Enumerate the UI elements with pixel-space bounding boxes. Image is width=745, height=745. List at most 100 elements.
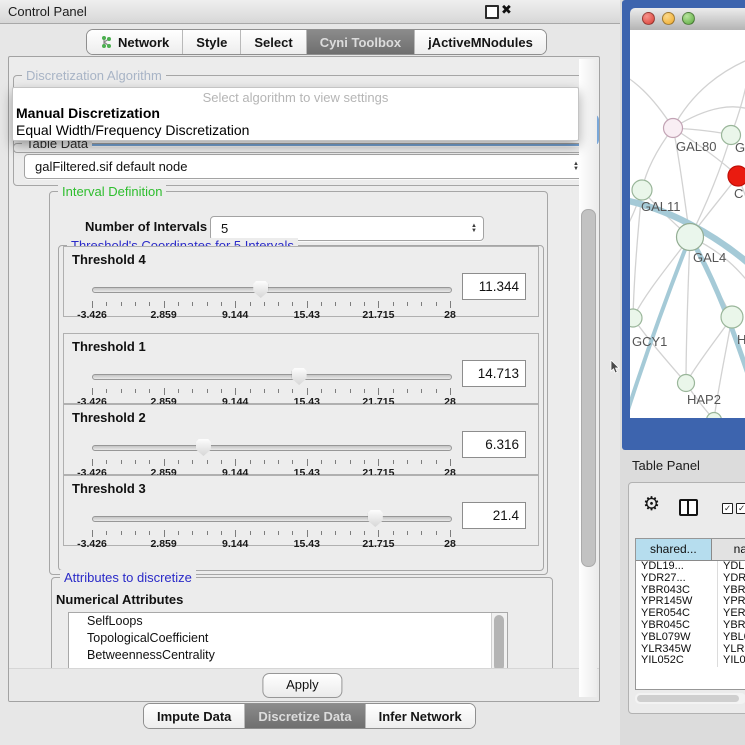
network-node-node-right-mid[interactable] xyxy=(721,306,743,328)
main-scrollbar[interactable] xyxy=(579,59,597,697)
network-edge xyxy=(731,66,745,135)
slider-track[interactable] xyxy=(92,445,452,451)
table-cell[interactable]: YER0 xyxy=(718,608,745,620)
menu-item-equal-width-frequency[interactable]: Equal Width/Frequency Discretization xyxy=(13,122,578,139)
table-cell[interactable]: YDR2 xyxy=(718,573,745,585)
tab-network[interactable]: Network xyxy=(87,30,183,54)
column-layout-icon[interactable] xyxy=(679,499,698,516)
table-cell[interactable]: YLR3 xyxy=(718,644,745,656)
network-node-GAL11[interactable] xyxy=(632,180,652,200)
network-node-red-node[interactable] xyxy=(728,166,745,186)
threshold-value-input[interactable]: 14.713 xyxy=(462,360,526,387)
slider-handle[interactable] xyxy=(292,368,307,385)
table-cell[interactable]: YPR145W xyxy=(636,596,718,608)
table-cell[interactable]: YIL052C xyxy=(636,655,718,667)
threshold-label: Threshold 1 xyxy=(72,339,146,354)
table-row[interactable]: YLR345WYLR3 xyxy=(636,644,745,656)
table-cell[interactable]: YLR345W xyxy=(636,644,718,656)
table-row[interactable]: YBR045CYBR0 xyxy=(636,620,745,632)
cyni-scroll-pane: Discretization Algorithm ▲▼ Table Data g… xyxy=(8,56,600,702)
node-label: GAL11 xyxy=(641,199,681,214)
gear-icon[interactable]: ⚙ xyxy=(643,493,660,516)
column-header-shared-name[interactable]: shared... xyxy=(636,539,712,560)
table-row[interactable]: YDL19...YDL1 xyxy=(636,561,745,573)
network-node-GCY1[interactable] xyxy=(630,309,642,327)
table-cell[interactable]: YPR1 xyxy=(718,596,745,608)
checkbox-icon[interactable]: ✓ xyxy=(736,503,745,514)
table-row[interactable]: YIL052CYIL0 xyxy=(636,655,745,667)
menu-item-manual-discretization[interactable]: Manual Discretization xyxy=(13,105,578,122)
slider-track[interactable] xyxy=(92,287,452,293)
table-row[interactable]: YBR043CYBR0 xyxy=(636,585,745,597)
control-panel-header: Control Panel ✖ xyxy=(0,0,620,24)
table-cell[interactable]: YDL19... xyxy=(636,561,718,573)
slider-track[interactable] xyxy=(92,374,452,380)
table-horizontal-scrollbar[interactable] xyxy=(635,693,745,704)
threshold-slider[interactable]: -3.4262.8599.144 15.4321.71528 xyxy=(92,437,450,473)
tab-jactivemnodules[interactable]: jActiveMNodules xyxy=(415,30,546,54)
slider-handle[interactable] xyxy=(368,510,383,527)
list-item[interactable]: BetweennessCentrality xyxy=(69,647,507,664)
table-cell[interactable]: YBL079W xyxy=(636,632,718,644)
table-data-group: Table Data galFiltered.sif default node … xyxy=(13,143,595,186)
table-cell[interactable]: YDL1 xyxy=(718,561,745,573)
float-window-icon[interactable] xyxy=(485,5,499,19)
slider-ticks xyxy=(92,301,450,309)
threshold-slider[interactable]: -3.4262.8599.144 15.4321.71528 xyxy=(92,279,450,315)
table-panel: ⚙ ✓ ✓ shared... na YDL19...YDL1YDR27...Y… xyxy=(628,482,745,714)
table-row[interactable]: YPR145WYPR1 xyxy=(636,596,745,608)
network-window-titlebar[interactable] xyxy=(630,8,745,31)
list-item[interactable]: TopologicalCoefficient xyxy=(69,630,507,647)
list-scrollbar-thumb[interactable] xyxy=(494,615,504,671)
table-cell[interactable]: YBR0 xyxy=(718,585,745,597)
table-cell[interactable]: YBR045C xyxy=(636,620,718,632)
table-row[interactable]: YBL079WYBL0 xyxy=(636,632,745,644)
screen: Control Panel ✖ Network Style Select Cyn… xyxy=(0,0,745,745)
slider-track[interactable] xyxy=(92,516,452,522)
table-data-combobox[interactable]: galFiltered.sif default node ▲▼ xyxy=(24,154,586,179)
slider-ticks xyxy=(92,530,450,538)
threshold-slider[interactable]: -3.4262.8599.144 15.4321.71528 xyxy=(92,508,450,544)
slider-handle[interactable] xyxy=(253,281,268,298)
table-cell[interactable]: YER054C xyxy=(636,608,718,620)
slider-handle[interactable] xyxy=(196,439,211,456)
main-scrollbar-thumb[interactable] xyxy=(581,209,596,567)
network-node-HAP2[interactable] xyxy=(678,375,695,392)
checkbox-icon[interactable]: ✓ xyxy=(722,503,733,514)
node-label: GAL4 xyxy=(693,250,726,265)
network-node-GAL4[interactable] xyxy=(677,224,704,251)
close-traffic-light-icon[interactable] xyxy=(642,12,655,25)
threshold-value-input[interactable]: 11.344 xyxy=(462,273,526,300)
table-scrollbar-thumb[interactable] xyxy=(637,695,739,702)
minimize-traffic-light-icon[interactable] xyxy=(662,12,675,25)
zoom-traffic-light-icon[interactable] xyxy=(682,12,695,25)
tab-cyni-toolbox[interactable]: Cyni Toolbox xyxy=(307,30,415,54)
apply-button[interactable]: Apply xyxy=(262,673,342,698)
slider-ticks xyxy=(92,388,450,396)
threshold-value-input[interactable]: 6.316 xyxy=(462,431,526,458)
table-cell[interactable]: YBL0 xyxy=(718,632,745,644)
table-cell[interactable]: YBR0 xyxy=(718,620,745,632)
tab-infer-network[interactable]: Infer Network xyxy=(366,704,475,728)
table-cell[interactable]: YBR043C xyxy=(636,585,718,597)
table-cell[interactable]: YDR27... xyxy=(636,573,718,585)
column-header-name[interactable]: na xyxy=(712,539,745,560)
tab-impute-data[interactable]: Impute Data xyxy=(144,704,245,728)
threshold-panel-4: Threshold 4 -3.4262.8599.144 15.4321.715… xyxy=(63,246,539,317)
close-icon[interactable]: ✖ xyxy=(501,2,512,18)
network-graph: GAL80GACGAL11GAL4GCY1HHAP2 xyxy=(630,30,745,418)
threshold-value-input[interactable]: 21.4 xyxy=(462,502,526,529)
tab-style[interactable]: Style xyxy=(183,30,241,54)
list-item[interactable]: SelfLoops xyxy=(69,613,507,630)
intervals-value: 5 xyxy=(211,221,228,236)
table-row[interactable]: YDR27...YDR2 xyxy=(636,573,745,585)
network-node-GAL80[interactable] xyxy=(664,119,683,138)
table-row[interactable]: YER054CYER0 xyxy=(636,608,745,620)
tab-discretize-data[interactable]: Discretize Data xyxy=(245,704,365,728)
tab-select[interactable]: Select xyxy=(241,30,306,54)
network-canvas[interactable]: GAL80GACGAL11GAL4GCY1HHAP2 xyxy=(630,30,745,418)
table-cell[interactable]: YIL0 xyxy=(718,655,745,667)
threshold-slider[interactable]: -3.4262.8599.144 15.4321.71528 xyxy=(92,366,450,402)
group-title-algorithm: Discretization Algorithm xyxy=(22,68,166,83)
table-panel-title: Table Panel xyxy=(632,452,745,480)
